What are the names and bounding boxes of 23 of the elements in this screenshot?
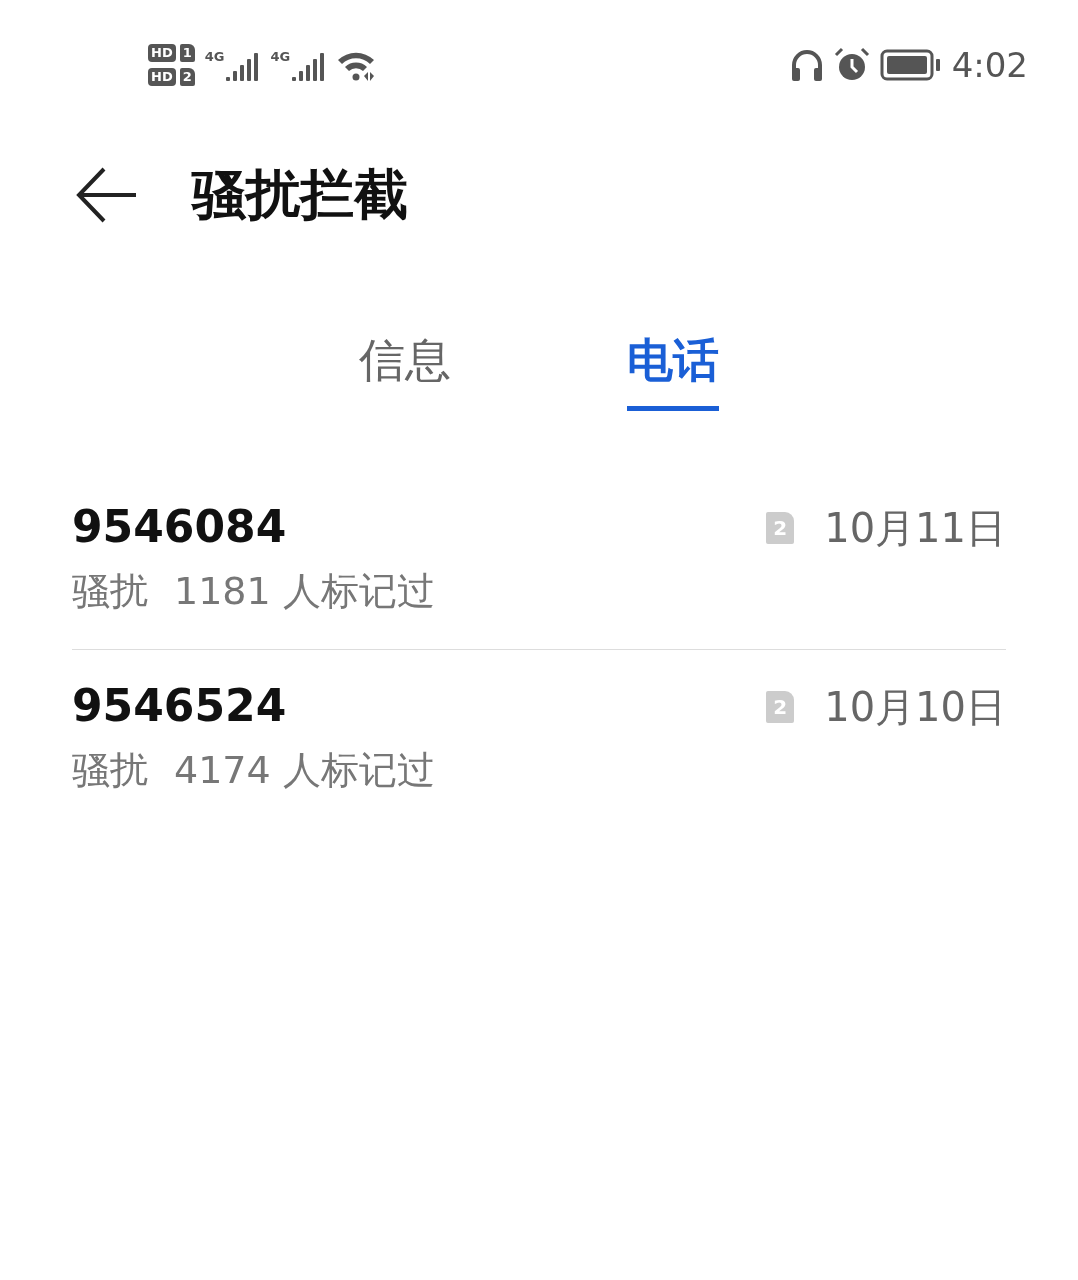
page-title: 骚扰拦截: [192, 161, 408, 228]
phone-number: 9546524: [72, 680, 288, 731]
battery-icon: [879, 49, 942, 81]
call-tag: 骚扰: [72, 745, 148, 796]
headphones-icon: [789, 48, 824, 82]
network-type: 4G: [204, 49, 225, 64]
tab[interactable]: 信息: [359, 330, 451, 411]
tab[interactable]: 电话: [627, 330, 719, 411]
call-date: 10月11日: [824, 503, 1006, 553]
back-arrow-icon: [76, 167, 138, 223]
clock-time: 4:02: [951, 45, 1028, 85]
mark-count: 4174 人标记过: [174, 747, 435, 794]
mark-count: 1181 人标记过: [174, 568, 435, 615]
network-type: 4G: [270, 49, 291, 64]
call-tag: 骚扰: [72, 566, 148, 617]
hd-label: HD: [148, 68, 176, 86]
back-button[interactable]: [76, 167, 138, 223]
phone-number: 9546084: [72, 501, 288, 552]
sim-slot-label: 1: [179, 44, 195, 62]
call-date: 10月10日: [824, 682, 1006, 732]
hd-label: HD: [148, 44, 176, 62]
alarm-icon: [833, 47, 870, 83]
sim-slot-label: 2: [179, 68, 195, 86]
